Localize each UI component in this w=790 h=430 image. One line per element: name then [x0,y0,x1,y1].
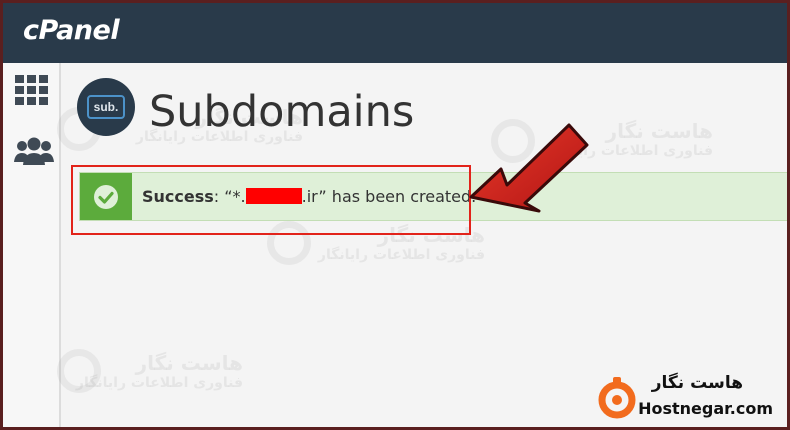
annotation-arrow-icon [469,123,589,213]
apps-grid-icon[interactable] [13,73,51,107]
brand-name-fa: هاست نگار [651,373,743,393]
hostnegar-logo-icon [597,375,637,419]
subdomains-icon: sub. [77,78,135,136]
watermark-line2: فناوری اطلاعات رایانگار [317,247,485,263]
brand-domain: Hostnegar.com [638,399,773,418]
page-title: Subdomains [149,87,415,137]
watermark-line2: فناوری اطلاعات رایانگار [75,375,243,391]
brand-watermark: هاست نگار Hostnegar.com [595,371,785,423]
watermark: هاست نگار فناوری اطلاعات رایانگار [43,351,243,391]
cpanel-logo[interactable]: cPanel [23,15,120,46]
top-navbar: cPanel [3,3,787,63]
annotation-highlight-box [71,165,471,235]
subdomains-icon-label: sub. [87,95,125,119]
screenshot-frame: cPanel هاست نگار فناوری اطلاعات رایانگار… [3,3,787,427]
users-icon[interactable] [13,135,54,169]
watermark-line1: هاست نگار [135,351,243,375]
